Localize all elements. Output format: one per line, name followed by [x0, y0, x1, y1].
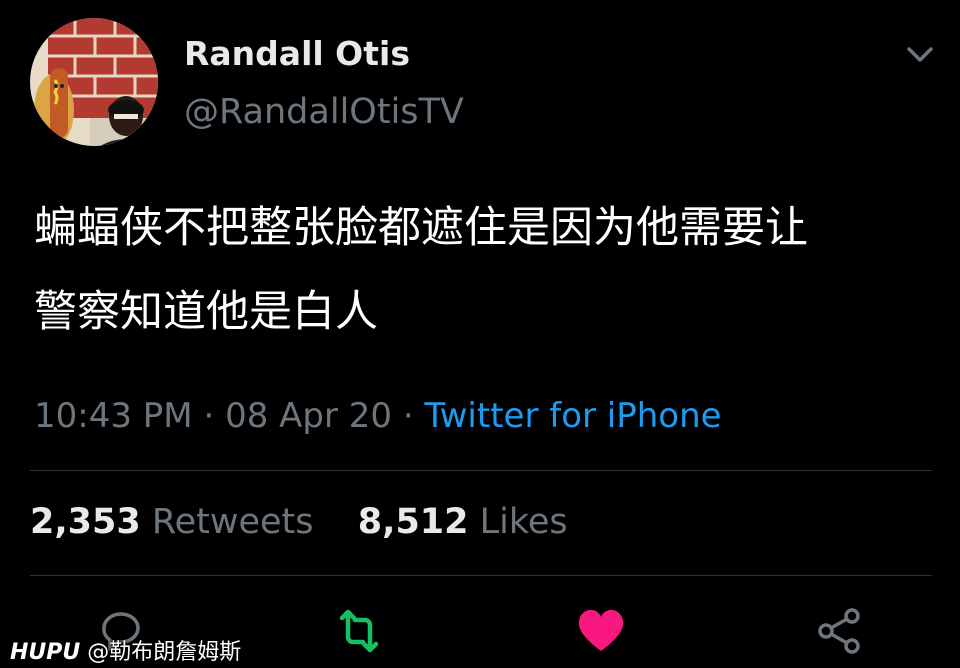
watermark: HUPU @勒布朗詹姆斯	[10, 634, 241, 666]
tweet-card: Randall Otis @RandallOtisTV 蝙蝠侠不把整张脸都遮住是…	[0, 0, 960, 668]
likes-stat[interactable]: 8,512 Likes	[358, 502, 568, 542]
retweets-stat[interactable]: 2,353 Retweets	[30, 502, 325, 542]
tweet-meta: 10:43 PM · 08 Apr 20 · Twitter for iPhon…	[34, 396, 722, 436]
tweet-text: 蝙蝠侠不把整张脸都遮住是因为他需要让 警察知道他是白人	[34, 186, 934, 354]
tweet-time: 10:43 PM	[34, 396, 193, 436]
chevron-down-icon[interactable]	[904, 40, 936, 70]
likes-count: 8,512	[357, 502, 469, 542]
tweet-text-line: 蝙蝠侠不把整张脸都遮住是因为他需要让	[34, 203, 808, 253]
avatar-image	[30, 18, 158, 146]
watermark-user: @勒布朗詹姆斯	[87, 640, 242, 665]
separator-dot: ·	[203, 396, 226, 436]
tweet-source-link[interactable]: Twitter for iPhone	[424, 396, 721, 436]
user-handle[interactable]: @RandallOtisTV	[184, 92, 464, 132]
tweet-stats: 2,353 Retweets 8,512 Likes	[30, 502, 568, 542]
divider	[30, 575, 932, 576]
retweets-count: 2,353	[30, 502, 141, 542]
share-icon[interactable]	[816, 606, 866, 656]
like-icon[interactable]	[576, 606, 626, 656]
display-name[interactable]: Randall Otis	[184, 34, 410, 73]
divider	[30, 470, 932, 471]
likes-label: Likes	[479, 502, 568, 542]
tweet-date: 08 Apr 20	[225, 396, 393, 436]
avatar[interactable]	[30, 18, 158, 146]
tweet-text-line: 警察知道他是白人	[34, 287, 378, 337]
separator-dot: ·	[402, 396, 425, 436]
retweets-label: Retweets	[151, 502, 314, 542]
watermark-brand: HUPU	[10, 640, 81, 665]
retweet-icon[interactable]	[334, 606, 384, 656]
